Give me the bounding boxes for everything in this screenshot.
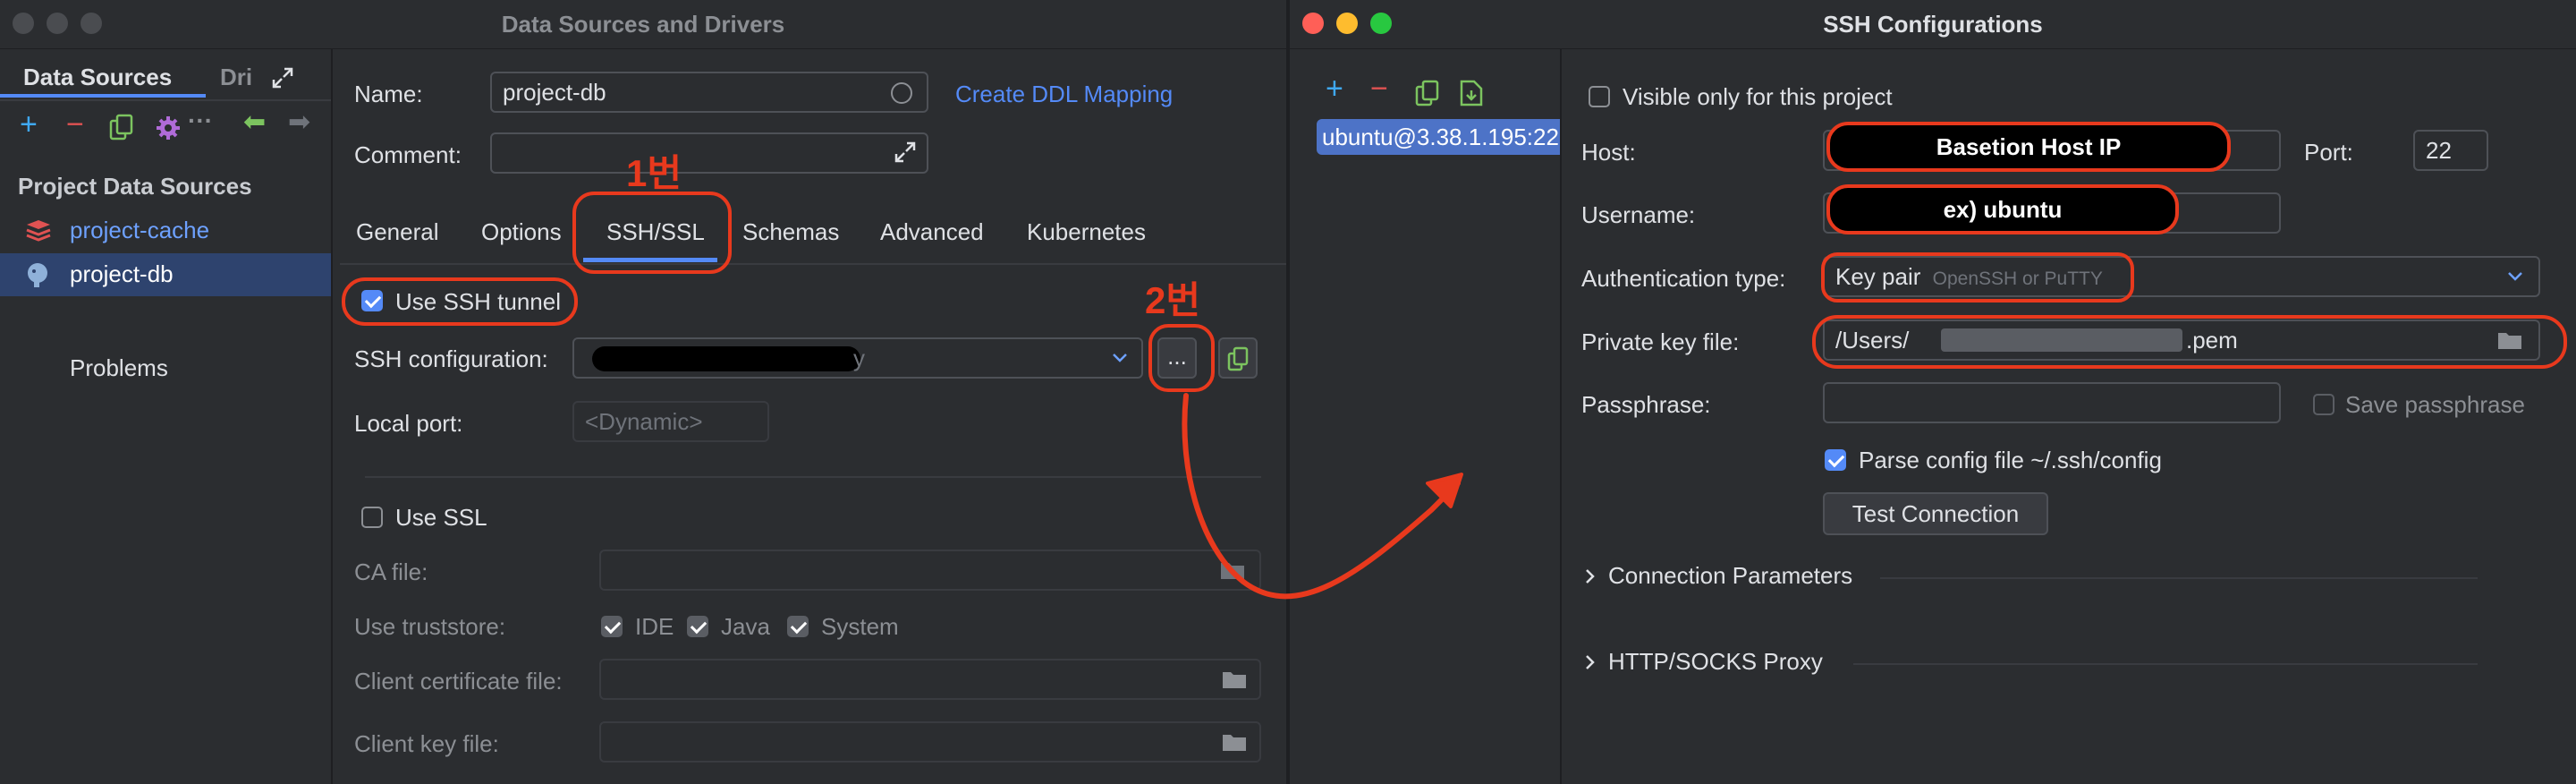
annotation-arrow	[1182, 393, 1463, 600]
